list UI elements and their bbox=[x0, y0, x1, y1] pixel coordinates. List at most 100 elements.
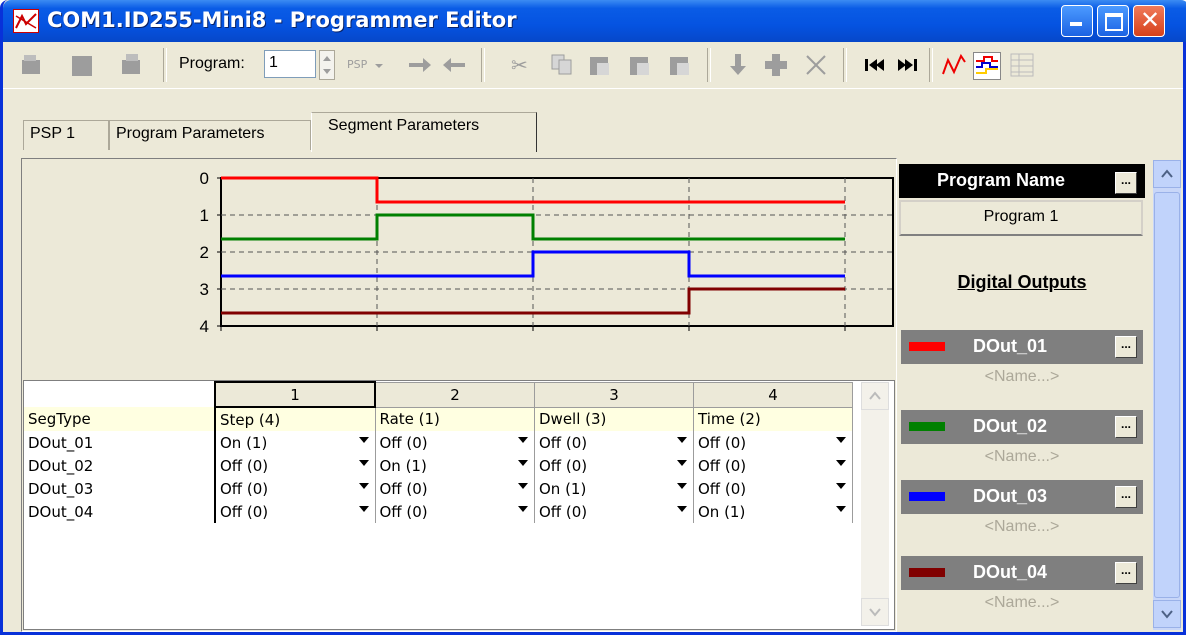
segtype-cell[interactable]: Dwell (3) bbox=[534, 407, 694, 431]
dropdown-arrow-icon[interactable] bbox=[518, 483, 528, 489]
output-select[interactable]: Off (0) bbox=[534, 431, 694, 454]
dropdown-arrow-icon[interactable] bbox=[358, 506, 369, 512]
save-icon[interactable] bbox=[69, 52, 95, 78]
toolbar-separator bbox=[843, 48, 847, 82]
save-as-icon[interactable] bbox=[119, 52, 145, 78]
dout-name-field[interactable]: <Name...> bbox=[901, 518, 1143, 536]
dout-edit-button[interactable]: ... bbox=[1115, 336, 1137, 358]
table-view-icon[interactable] bbox=[1009, 52, 1035, 78]
segtype-cell[interactable]: Time (2) bbox=[693, 407, 853, 431]
maximize-button[interactable] bbox=[1097, 5, 1129, 37]
panel-scroll-thumb[interactable] bbox=[1154, 192, 1180, 598]
output-select[interactable]: Off (0) bbox=[375, 431, 535, 454]
scroll-down-button[interactable] bbox=[861, 598, 889, 626]
psp-select-icon[interactable]: PSP bbox=[345, 52, 383, 78]
dropdown-arrow-icon[interactable] bbox=[836, 460, 846, 466]
insert-down-icon[interactable] bbox=[725, 52, 751, 78]
dout-edit-button[interactable]: ... bbox=[1115, 416, 1137, 438]
dropdown-arrow-icon[interactable] bbox=[677, 460, 687, 466]
output-select-value: Off (0) bbox=[698, 479, 747, 498]
paste-before-icon[interactable] bbox=[627, 52, 653, 78]
dout-edit-button[interactable]: ... bbox=[1115, 562, 1137, 584]
dropdown-arrow-icon[interactable] bbox=[518, 437, 528, 443]
segtype-row: SegType Step (4) Rate (1) Dwell (3) Time… bbox=[24, 407, 853, 431]
open-icon[interactable] bbox=[19, 52, 45, 78]
chart-svg: 0 1 2 3 4 bbox=[200, 169, 894, 336]
grid-scrollbar[interactable] bbox=[861, 382, 889, 626]
dropdown-arrow-icon[interactable] bbox=[518, 460, 528, 466]
color-swatch bbox=[909, 422, 945, 431]
panel-scrollbar[interactable] bbox=[1153, 160, 1181, 630]
dout-name-field[interactable]: <Name...> bbox=[901, 594, 1143, 612]
dout-row-1: DOut_01 On (1) Off (0) Off (0) Off (0) bbox=[24, 431, 853, 454]
maximize-icon bbox=[1105, 13, 1123, 31]
tab-segment-parameters[interactable]: Segment Parameters bbox=[311, 112, 537, 152]
dout-name-field[interactable]: <Name...> bbox=[901, 368, 1143, 386]
tab-program-parameters[interactable]: Program Parameters bbox=[109, 120, 311, 150]
dout-header: DOut_02 ... bbox=[901, 410, 1143, 444]
dropdown-arrow-icon[interactable] bbox=[836, 437, 846, 443]
close-button[interactable]: ✕ bbox=[1133, 5, 1165, 37]
output-select[interactable]: Off (0) bbox=[534, 500, 694, 523]
output-select[interactable]: Off (0) bbox=[375, 500, 535, 523]
column-header-2[interactable]: 2 bbox=[374, 381, 535, 408]
y-tick-label: 4 bbox=[200, 317, 209, 336]
output-select-value: Off (0) bbox=[220, 479, 269, 498]
paste-after-icon[interactable] bbox=[667, 52, 693, 78]
output-select[interactable]: Off (0) bbox=[693, 477, 853, 500]
output-select[interactable]: Off (0) bbox=[214, 454, 376, 477]
delete-segment-icon[interactable] bbox=[803, 52, 829, 78]
dropdown-arrow-icon[interactable] bbox=[358, 483, 369, 489]
output-select[interactable]: Off (0) bbox=[693, 431, 853, 454]
prev-arrow-icon[interactable] bbox=[441, 52, 467, 78]
svg-text:PSP: PSP bbox=[347, 58, 368, 71]
output-select[interactable]: On (1) bbox=[214, 431, 376, 454]
copy-icon[interactable] bbox=[549, 52, 575, 78]
add-segment-icon[interactable] bbox=[763, 52, 789, 78]
dout-edit-button[interactable]: ... bbox=[1115, 486, 1137, 508]
segtype-cell[interactable]: Step (4) bbox=[214, 407, 376, 431]
panel-scroll-down-button[interactable] bbox=[1153, 600, 1181, 628]
title-bar[interactable]: COM1.ID255-Mini8 - Programmer Editor ✕ bbox=[3, 0, 1186, 42]
output-select[interactable]: On (1) bbox=[375, 454, 535, 477]
digital-outputs-heading: Digital Outputs bbox=[957, 272, 1087, 292]
last-segment-icon[interactable] bbox=[895, 52, 921, 78]
dropdown-arrow-icon[interactable] bbox=[358, 437, 369, 443]
column-header-4[interactable]: 4 bbox=[693, 381, 853, 408]
output-select[interactable]: On (1) bbox=[693, 500, 853, 523]
program-name-value[interactable]: Program 1 bbox=[899, 200, 1143, 236]
first-segment-icon[interactable] bbox=[861, 52, 887, 78]
output-select[interactable]: Off (0) bbox=[214, 500, 376, 523]
output-select[interactable]: Off (0) bbox=[214, 477, 376, 500]
panel-scroll-up-button[interactable] bbox=[1153, 160, 1181, 188]
digital-trend-icon[interactable] bbox=[973, 52, 1001, 80]
segtype-cell[interactable]: Rate (1) bbox=[375, 407, 535, 431]
dout-name-field[interactable]: <Name...> bbox=[901, 448, 1143, 466]
dropdown-arrow-icon[interactable] bbox=[358, 460, 369, 466]
dropdown-arrow-icon[interactable] bbox=[677, 437, 687, 443]
dropdown-arrow-icon[interactable] bbox=[836, 483, 846, 489]
tab-psp1[interactable]: PSP 1 bbox=[23, 120, 109, 150]
dropdown-arrow-icon[interactable] bbox=[836, 506, 846, 512]
scroll-up-button[interactable] bbox=[861, 382, 889, 410]
minimize-button[interactable] bbox=[1061, 5, 1093, 37]
dropdown-arrow-icon[interactable] bbox=[677, 506, 687, 512]
column-header-3[interactable]: 3 bbox=[534, 381, 694, 408]
output-select[interactable]: On (1) bbox=[534, 477, 694, 500]
program-spinner[interactable] bbox=[319, 50, 335, 80]
output-select[interactable]: Off (0) bbox=[375, 477, 535, 500]
analog-trend-icon[interactable] bbox=[941, 52, 967, 78]
output-select[interactable]: Off (0) bbox=[693, 454, 853, 477]
dropdown-arrow-icon[interactable] bbox=[518, 506, 528, 512]
program-name-edit-button[interactable]: ... bbox=[1115, 172, 1137, 194]
segment-table: 1 2 3 4 SegType Step (4) Rate (1) Dwell … bbox=[24, 381, 853, 523]
output-select-value: Off (0) bbox=[220, 502, 269, 521]
output-select-value: Off (0) bbox=[698, 456, 747, 475]
dropdown-arrow-icon[interactable] bbox=[677, 483, 687, 489]
program-number-field[interactable]: 1 bbox=[264, 50, 316, 78]
paste-icon[interactable] bbox=[587, 52, 613, 78]
column-header-1[interactable]: 1 bbox=[214, 381, 376, 408]
next-arrow-icon[interactable] bbox=[407, 52, 433, 78]
cut-icon[interactable]: ✂ bbox=[507, 52, 533, 78]
output-select[interactable]: Off (0) bbox=[534, 454, 694, 477]
